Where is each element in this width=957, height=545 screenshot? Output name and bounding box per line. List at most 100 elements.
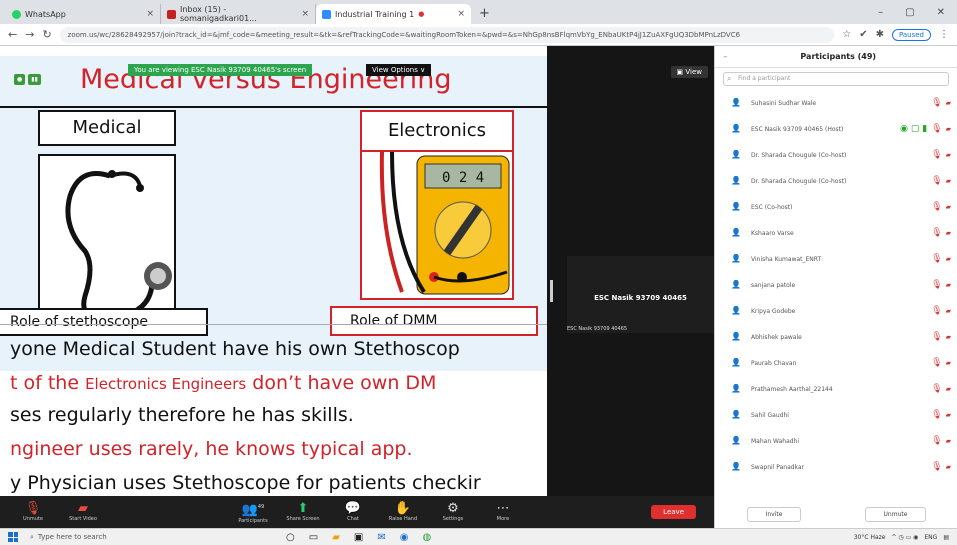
multimeter-image: 0 2 4 bbox=[360, 151, 514, 300]
participant-row[interactable]: 👤 Vinisha Kumawat_ENRT 🎙 ▰ bbox=[715, 246, 957, 272]
avatar-icon: 👤 bbox=[731, 462, 741, 471]
participant-row[interactable]: 👤 Kshaaro Varse 🎙 ▰ bbox=[715, 220, 957, 246]
invite-button[interactable]: Invite bbox=[746, 507, 802, 522]
close-tab-icon[interactable]: × bbox=[301, 9, 309, 19]
video-off-icon: ▰ bbox=[945, 411, 951, 419]
participant-row[interactable]: 👤 Sahil Gaudhi 🎙 ▰ bbox=[715, 402, 957, 428]
unmute-me-button[interactable]: Unmute bbox=[864, 507, 927, 522]
new-tab-button[interactable]: + bbox=[471, 6, 498, 24]
close-tab-icon[interactable]: × bbox=[457, 9, 465, 19]
dmm-display: 0 2 4 bbox=[442, 170, 484, 186]
edge-icon[interactable]: ◉ bbox=[400, 532, 409, 543]
avatar-icon: 👤 bbox=[731, 254, 741, 263]
back-icon[interactable]: ← bbox=[8, 28, 17, 41]
participant-row[interactable]: 👤 Swapnil Panadkar 🎙 ▰ bbox=[715, 454, 957, 480]
unmute-button[interactable]: 🎙 Unmute bbox=[8, 502, 58, 523]
leave-button[interactable]: Leave bbox=[651, 505, 696, 519]
maximize-icon[interactable]: ▢ bbox=[905, 7, 914, 18]
participant-row[interactable]: 👤 Suhasini Sudhar Wale 🎙 ▰ bbox=[715, 90, 957, 116]
more-button[interactable]: ⋯ More bbox=[478, 501, 528, 523]
mic-muted-icon: 🎙 bbox=[931, 358, 943, 368]
extension-icon[interactable]: ✔ bbox=[859, 29, 867, 40]
start-video-button[interactable]: ▰ Start Video bbox=[58, 501, 108, 523]
system-tray: 30°C Haze ^ ◷ ▭ ◉ ENG ▤ bbox=[854, 534, 957, 541]
participant-name: Abhishek pawale bbox=[751, 333, 802, 341]
notification-icon[interactable]: ▤ bbox=[943, 534, 949, 541]
video-off-icon: ▰ bbox=[945, 437, 951, 445]
tray-icons[interactable]: ^ ◷ ▭ ◉ bbox=[892, 534, 919, 541]
resize-handle[interactable] bbox=[550, 280, 553, 302]
find-participant-input[interactable]: ⌕ Find a participant bbox=[723, 72, 949, 86]
participant-name: Suhasini Sudhar Wale bbox=[751, 99, 817, 107]
puzzle-icon[interactable]: ✱ bbox=[876, 29, 884, 40]
video-off-icon: ▰ bbox=[78, 501, 88, 516]
language-indicator[interactable]: ENG bbox=[924, 534, 937, 541]
browser-tab-whatsapp[interactable]: WhatsApp × bbox=[6, 4, 161, 24]
task-view-icon[interactable]: ▭ bbox=[309, 532, 318, 543]
url-field[interactable]: zoom.us/wc/28628492957/join?track_id=&jm… bbox=[59, 26, 835, 43]
weather-text[interactable]: 30°C Haze bbox=[854, 534, 886, 541]
more-icon: ⋯ bbox=[496, 501, 510, 516]
participant-row[interactable]: 👤 sanjana patole 🎙 ▰ bbox=[715, 272, 957, 298]
close-tab-icon[interactable]: × bbox=[146, 9, 154, 19]
forward-icon[interactable]: → bbox=[25, 28, 34, 41]
participant-row[interactable]: 👤 Mahan Wahadhi 🎙 ▰ bbox=[715, 428, 957, 454]
participant-row[interactable]: 👤 Kripya Godebe 🎙 ▰ bbox=[715, 298, 957, 324]
avatar-icon: 👤 bbox=[731, 280, 741, 289]
settings-icon: ⚙ bbox=[447, 501, 459, 516]
raise-hand-button[interactable]: ✋ Raise Hand bbox=[378, 502, 428, 523]
medical-label: Medical bbox=[38, 110, 176, 146]
host-status-icons: ◉ ▢ ▮ bbox=[900, 124, 928, 134]
zoom-icon bbox=[322, 9, 331, 19]
video-tile-subname: ESC Nasik 93709 40465 bbox=[567, 326, 628, 332]
store-icon[interactable]: ▣ bbox=[354, 532, 363, 543]
chat-button[interactable]: 💬 Chat bbox=[328, 501, 378, 523]
chrome-icon[interactable]: ◍ bbox=[422, 532, 431, 543]
mic-muted-icon: 🎙 bbox=[931, 228, 943, 238]
participant-row[interactable]: 👤 Prathamesh Aarthal_22144 🎙 ▰ bbox=[715, 376, 957, 402]
collapse-icon[interactable]: – bbox=[723, 52, 728, 62]
browser-tab-zoom[interactable]: Industrial Training 1 ● × bbox=[316, 4, 471, 24]
view-button[interactable]: ▣ View bbox=[670, 66, 708, 78]
profile-paused-button[interactable]: Paused bbox=[891, 28, 931, 41]
video-off-icon: ▰ bbox=[945, 255, 951, 263]
role-of-dmm-label: Role of DMM bbox=[330, 306, 538, 336]
slide-text-line: yone Medical Student have his own Stetho… bbox=[10, 338, 460, 360]
mic-muted-icon: 🎙 bbox=[931, 124, 943, 134]
slide-text-line: t of the Electronics Engineers don’t hav… bbox=[10, 372, 437, 394]
video-tile[interactable]: ESC Nasik 93709 40465 bbox=[567, 256, 714, 333]
participant-row[interactable]: 👤 Abhishek pawale 🎙 ▰ bbox=[715, 324, 957, 350]
cortana-icon[interactable]: ○ bbox=[286, 532, 295, 543]
bookmark-icon[interactable]: ☆ bbox=[842, 29, 851, 40]
participant-row[interactable]: 👤 Paurab Chavan 🎙 ▰ bbox=[715, 350, 957, 376]
participant-row[interactable]: 👤 ESC Nasik 93709 40465 (Host) ◉ ▢ ▮ 🎙 ▰ bbox=[715, 116, 957, 142]
participant-row[interactable]: 👤 Dr. Sharada Chougule (Co-host) 🎙 ▰ bbox=[715, 168, 957, 194]
menu-icon[interactable]: ⋮ bbox=[939, 29, 949, 40]
participant-row[interactable]: 👤 ESC (Co-host) 🎙 ▰ bbox=[715, 194, 957, 220]
minimize-icon[interactable]: – bbox=[878, 7, 883, 18]
participant-row[interactable]: 👤 Dr. Sharada Chougule (Co-host) 🎙 ▰ bbox=[715, 142, 957, 168]
participants-button[interactable]: 👥49 Participants bbox=[228, 500, 278, 524]
avatar-icon: 👤 bbox=[731, 358, 741, 367]
avatar-icon: 👤 bbox=[731, 150, 741, 159]
mic-muted-icon: 🎙 bbox=[931, 306, 943, 316]
view-options-button[interactable]: View Options ∨ bbox=[366, 64, 432, 76]
settings-button[interactable]: ⚙ Settings bbox=[428, 501, 478, 523]
mail-icon[interactable]: ✉ bbox=[377, 532, 385, 543]
taskbar-search[interactable]: ⌕ Type here to search bbox=[26, 531, 226, 544]
mic-muted-icon: 🎙 bbox=[931, 384, 943, 394]
share-screen-button[interactable]: ⬆ Share Screen bbox=[278, 502, 328, 523]
file-explorer-icon[interactable]: ▰ bbox=[332, 532, 340, 543]
slide-text-line: y Physician uses Stethoscope for patient… bbox=[10, 472, 481, 494]
avatar-icon: 👤 bbox=[731, 384, 741, 393]
video-off-icon: ▰ bbox=[945, 333, 951, 341]
participant-name: sanjana patole bbox=[751, 281, 796, 289]
address-bar: ← → ↻ zoom.us/wc/28628492957/join?track_… bbox=[0, 24, 957, 46]
browser-tab-bar: WhatsApp × Inbox (15) - somanigadkari01.… bbox=[0, 0, 957, 24]
browser-tab-gmail[interactable]: Inbox (15) - somanigadkari01... × bbox=[161, 4, 316, 24]
reload-icon[interactable]: ↻ bbox=[42, 28, 51, 41]
participant-name: Kripya Godebe bbox=[751, 307, 796, 315]
close-window-icon[interactable]: ✕ bbox=[937, 7, 945, 18]
chat-icon: 💬 bbox=[344, 501, 362, 516]
windows-start-icon[interactable] bbox=[8, 532, 18, 542]
